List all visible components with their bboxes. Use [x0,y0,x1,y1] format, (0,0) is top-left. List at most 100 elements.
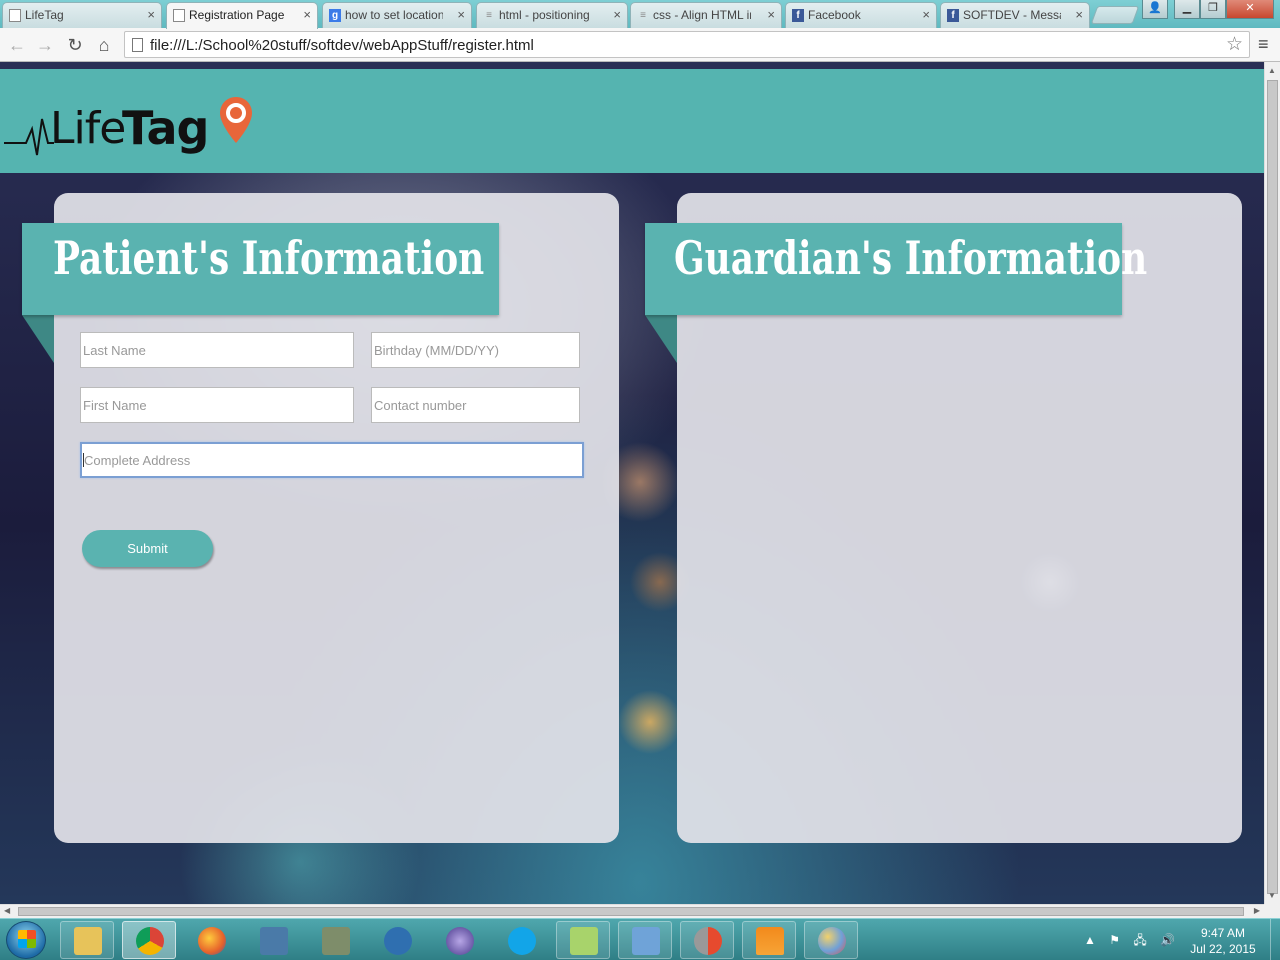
system-tray: ▲ ⚑ 🖧 🔊 [1084,931,1185,952]
ribbon-fold [22,315,54,363]
taskbar-notepad[interactable] [556,921,610,959]
patient-heading: Patient's Information [53,231,485,285]
taskbar-paint[interactable] [804,921,858,959]
tab-title: SOFTDEV - Messag [963,8,1061,22]
volume-icon[interactable]: 🔊 [1160,933,1175,947]
show-hidden-icons-icon[interactable]: ▲ [1084,933,1096,947]
tab-close-icon[interactable]: × [457,7,465,22]
birthday-input[interactable]: Birthday (MM/DD/YY) [371,332,580,368]
tab-css-align[interactable]: ≡ css - Align HTML in × [630,2,782,28]
tab-html-positioning[interactable]: ≡ html - positioning × [476,2,628,28]
paint-icon [818,927,846,955]
facebook-icon: f [792,9,804,22]
taskbar-computer[interactable] [246,921,300,959]
network-status-icon[interactable]: 🖧 [1133,933,1146,947]
forward-arrow-icon[interactable]: → [33,33,57,57]
eclipse-icon [446,927,474,955]
taskbar-network[interactable] [370,921,424,959]
address-bar[interactable]: file:///L:/School%20stuff/softdev/webApp… [124,31,1250,58]
tab-close-icon[interactable]: × [303,7,311,22]
tab-google-search[interactable]: g how to set location × [322,2,472,28]
guardian-heading-ribbon: Guardian's Information [645,223,1147,315]
first-name-input[interactable]: First Name [80,387,354,423]
page-icon [173,9,185,22]
facebook-icon: f [947,9,959,22]
window-close-button[interactable]: ✕ [1226,0,1274,19]
page-icon [132,38,143,52]
clock-time: 9:47 AM [1200,926,1246,940]
chrome-icon [136,927,164,955]
taskbar-vlc[interactable] [742,921,796,959]
tab-close-icon[interactable]: × [613,7,621,22]
scroll-down-icon[interactable]: ▼ [1268,891,1276,900]
firefox-icon [198,927,226,955]
lifetag-logo[interactable]: Life Tag [4,97,264,167]
taskbar: ▲ ⚑ 🖧 🔊 9:47 AM Jul 22, 2015 [0,918,1280,960]
clock-date: Jul 22, 2015 [1190,942,1256,956]
tab-title: css - Align HTML in [653,8,751,22]
google-icon: g [329,9,341,22]
computer-icon [260,927,288,955]
tab-title: Registration Page [189,8,285,22]
tab-title: LifeTag [25,8,64,22]
address-placeholder: Complete Address [84,453,191,468]
back-arrow-icon[interactable]: ← [5,33,29,57]
last-name-input[interactable]: Last Name [80,332,354,368]
restore-button[interactable]: ❐ [1200,0,1226,19]
tab-softdev-messages[interactable]: f SOFTDEV - Messag × [940,2,1090,28]
heartbeat-icon [4,118,54,156]
show-desktop-button[interactable] [1270,919,1280,960]
patient-heading-ribbon: Patient's Information [22,223,499,315]
vertical-scrollbar[interactable]: ▲ ▼ [1264,62,1280,904]
browser-menu-icon[interactable]: ≡ [1258,34,1274,54]
minimize-button[interactable]: ▁ [1174,0,1200,19]
tab-close-icon[interactable]: × [1075,7,1083,22]
tab-title: html - positioning [499,8,590,22]
submit-button[interactable]: Submit [82,530,213,567]
system-clock[interactable]: 9:47 AM Jul 22, 2015 [1188,925,1258,957]
address-url[interactable]: file:///L:/School%20stuff/softdev/webApp… [150,37,534,54]
action-center-flag-icon[interactable]: ⚑ [1109,933,1120,947]
notepad-icon [570,927,598,955]
tab-close-icon[interactable]: × [922,7,930,22]
taskbar-file-explorer[interactable] [60,921,114,959]
vertical-scroll-thumb[interactable] [1267,80,1278,894]
tab-close-icon[interactable]: × [767,7,775,22]
start-button[interactable] [6,921,46,959]
tab-facebook[interactable]: f Facebook × [785,2,937,28]
horizontal-scroll-thumb[interactable] [18,907,1244,916]
reload-icon[interactable]: ↻ [63,33,87,57]
contact-number-input[interactable]: Contact number [371,387,580,423]
tab-title: how to set location [345,8,443,22]
page-viewport: Life Tag Patient's Information Last Name… [0,62,1264,904]
bookmark-star-icon[interactable]: ☆ [1226,33,1243,56]
file-explorer-icon [74,927,102,955]
taskbar-photo-viewer[interactable] [618,921,672,959]
new-tab-button[interactable] [1090,6,1140,24]
home-icon[interactable]: ⌂ [92,33,116,57]
address-input[interactable]: Complete Address [80,442,584,478]
taskbar-eclipse[interactable] [432,921,486,959]
photo-viewer-icon [632,927,660,955]
scroll-right-icon[interactable]: ▶ [1254,906,1260,915]
guardian-heading: Guardian's Information [674,231,1148,285]
tab-close-icon[interactable]: × [147,7,155,22]
scrollbar-corner [1264,904,1280,918]
taskbar-scanner[interactable] [308,921,362,959]
browser-toolbar: ← → ↻ ⌂ file:///L:/School%20stuff/softde… [0,28,1280,62]
taskbar-skype[interactable] [494,921,548,959]
windows-logo-icon [18,930,36,948]
taskbar-firefox[interactable] [184,921,238,959]
taskbar-chrome[interactable] [122,921,176,959]
horizontal-scrollbar[interactable]: ◀ ▶ [0,904,1264,918]
stackoverflow-icon: ≡ [486,10,492,21]
scroll-up-icon[interactable]: ▲ [1268,66,1276,75]
tab-lifetag[interactable]: LifeTag × [2,2,162,28]
scroll-left-icon[interactable]: ◀ [4,906,10,915]
taskbar-recovery[interactable] [680,921,734,959]
location-pin-icon [220,97,252,143]
recovery-icon [694,927,722,955]
tab-strip: LifeTag × Registration Page × g how to s… [0,0,1280,29]
user-profile-button[interactable]: 👤 [1142,0,1168,19]
tab-registration-page[interactable]: Registration Page × [166,2,318,29]
